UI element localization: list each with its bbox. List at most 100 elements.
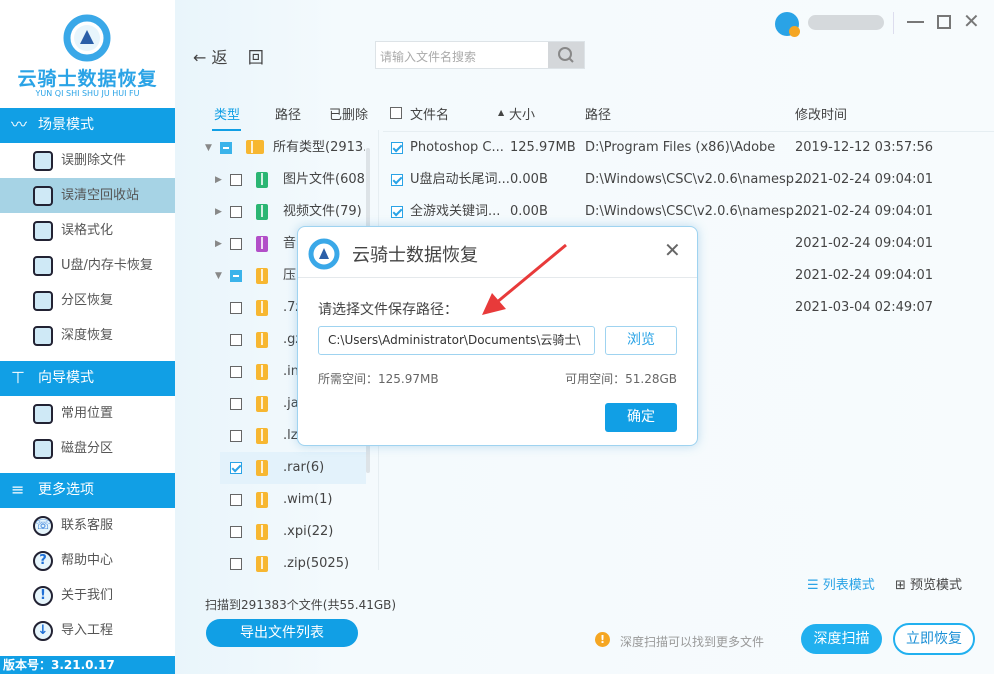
file-name: 全游戏关键词... <box>410 204 501 219</box>
zip-icon <box>256 492 268 508</box>
tree-checkbox[interactable] <box>230 174 242 186</box>
app-logo-icon <box>63 14 111 62</box>
file-row[interactable]: Photoshop C... 125.97MB D:\Program Files (… <box>383 132 983 164</box>
scan-summary: 扫描到291383个文件(共55.41GB) <box>205 598 397 612</box>
column-size[interactable]: 大小 <box>509 104 535 123</box>
tree-row[interactable]: .zip(5025) <box>205 548 365 580</box>
tree-row[interactable]: ▶ 视频文件(79) <box>205 196 365 228</box>
tree-checkbox[interactable] <box>230 526 242 538</box>
minimize-icon[interactable] <box>907 21 924 23</box>
tree-label: 压 <box>283 268 297 283</box>
item-label: 误清空回收站 <box>61 188 140 203</box>
file-checkbox[interactable] <box>391 174 403 186</box>
browse-button[interactable]: 浏览 <box>605 326 677 355</box>
item-label: 磁盘分区 <box>61 441 114 456</box>
tree-label: .zip(5025) <box>283 556 350 571</box>
back-label: 返 <box>211 48 228 67</box>
search-icon <box>558 47 574 63</box>
file-row[interactable]: U盘启动长尾词... 0.00B D:\Windows\CSC\v2.0.6\nam… <box>383 164 983 196</box>
dialog-close-icon[interactable]: ✕ <box>664 238 681 262</box>
tree-checkbox[interactable] <box>230 558 242 570</box>
file-time: 2021-02-24 09:04:01 <box>795 268 934 283</box>
sidebar-item-deleted-files[interactable]: 误删除文件 <box>0 143 175 178</box>
preview-mode-toggle[interactable]: ⊞ 预览模式 <box>895 574 962 593</box>
recover-now-button[interactable]: 立即恢复 <box>893 623 975 655</box>
tree-checkbox[interactable] <box>230 270 242 282</box>
sidebar-item-help[interactable]: ? 帮助中心 <box>0 543 175 578</box>
save-path-input[interactable]: C:\Users\Administrator\Documents\云骑士\ <box>318 326 595 355</box>
section-guide-mode[interactable]: ⊤ 向导模式 <box>0 361 175 396</box>
tab-deleted[interactable]: 已删除 <box>329 104 368 123</box>
sidebar-item-recycle-bin[interactable]: 误清空回收站 <box>0 178 175 213</box>
sidebar-item-deep-recover[interactable]: 深度恢复 <box>0 318 175 353</box>
required-space: 所需空间：125.97MB <box>318 372 439 386</box>
file-checkbox[interactable] <box>391 142 403 154</box>
caret-right-icon[interactable]: ▶ <box>215 164 222 196</box>
column-modified[interactable]: 修改时间 <box>795 104 847 123</box>
tree-checkbox[interactable] <box>230 334 242 346</box>
tree-row[interactable]: .rar(6) <box>205 452 365 484</box>
file-checkbox[interactable] <box>391 206 403 218</box>
tree-row[interactable]: ▶ 图片文件(608... <box>205 164 365 196</box>
file-time: 2021-03-04 02:49:07 <box>795 300 934 315</box>
deep-scan-button[interactable]: 深度扫描 <box>801 624 882 654</box>
sidebar-item-contact[interactable]: ☏ 联系客服 <box>0 508 175 543</box>
tree-row[interactable]: .xpi(22) <box>205 516 365 548</box>
sd-card-icon <box>33 256 53 276</box>
zip-icon <box>256 524 268 540</box>
floppy-icon <box>33 221 53 241</box>
search-button[interactable] <box>548 42 584 68</box>
zip-icon <box>256 300 268 316</box>
deep-scan-tip: 深度扫描可以找到更多文件 <box>620 635 765 649</box>
tree-checkbox[interactable] <box>230 238 242 250</box>
tree-checkbox[interactable] <box>230 462 242 474</box>
export-list-button[interactable]: 导出文件列表 <box>206 619 358 647</box>
caret-down-icon[interactable]: ▼ <box>215 260 222 292</box>
tree-checkbox[interactable] <box>230 398 242 410</box>
sidebar-item-format[interactable]: 误格式化 <box>0 213 175 248</box>
tree-checkbox[interactable] <box>230 302 242 314</box>
tree-row[interactable]: .wim(1) <box>205 484 365 516</box>
tree-checkbox[interactable] <box>230 366 242 378</box>
logo-subtitle: YUN QI SHI SHU JU HUI FU <box>35 89 140 98</box>
caret-right-icon[interactable]: ▶ <box>215 196 222 228</box>
sidebar-item-about[interactable]: ! 关于我们 <box>0 578 175 613</box>
section-more-options[interactable]: ≡ 更多选项 <box>0 473 175 508</box>
column-path[interactable]: 路径 <box>585 104 611 123</box>
file-time: 2021-02-24 09:04:01 <box>795 172 934 187</box>
info-icon: ! <box>33 586 53 606</box>
sidebar-item-import[interactable]: ↓ 导入工程 <box>0 613 175 648</box>
back-button[interactable]: ← 返 回 <box>193 44 264 68</box>
tab-type[interactable]: 类型 <box>214 104 240 123</box>
tree-row[interactable]: ▼ 所有类型(2913... <box>205 132 365 164</box>
list-mode-toggle[interactable]: ☰ 列表模式 <box>807 574 875 593</box>
sidebar-item-common-locations[interactable]: 常用位置 <box>0 396 175 431</box>
section-label: 更多选项 <box>38 482 94 498</box>
tree-checkbox[interactable] <box>230 430 242 442</box>
tree-label: 图片文件(608... <box>283 172 365 187</box>
file-row[interactable]: 全游戏关键词... 0.00B D:\Windows\CSC\v2.0.6\name… <box>383 196 983 228</box>
tree-checkbox[interactable] <box>220 142 232 154</box>
confirm-button[interactable]: 确定 <box>605 403 677 432</box>
red-arrow-annotation <box>482 243 567 315</box>
tree-checkbox[interactable] <box>230 494 242 506</box>
search-input[interactable]: 请输入文件名搜索 <box>380 48 476 65</box>
column-name[interactable]: 文件名 <box>410 104 449 123</box>
dialog-title: 云骑士数据恢复 <box>352 245 478 266</box>
close-window-icon[interactable]: ✕ <box>963 9 980 33</box>
search-box[interactable]: 请输入文件名搜索 <box>375 41 585 69</box>
file-path: D:\Windows\CSC\v2.0.6\namesp... <box>585 172 807 187</box>
tab-path[interactable]: 路径 <box>275 104 301 123</box>
maximize-icon[interactable] <box>937 15 951 29</box>
zip-icon <box>256 556 268 572</box>
video-icon <box>256 204 268 220</box>
sidebar-item-usb[interactable]: U盘/内存卡恢复 <box>0 248 175 283</box>
caret-right-icon[interactable]: ▶ <box>215 228 222 260</box>
caret-down-icon[interactable]: ▼ <box>205 132 212 164</box>
tree-checkbox[interactable] <box>230 206 242 218</box>
sidebar-item-disk-partition[interactable]: 磁盘分区 <box>0 431 175 466</box>
sidebar-item-partition[interactable]: 分区恢复 <box>0 283 175 318</box>
select-all-checkbox[interactable] <box>390 107 402 119</box>
folder-icon <box>246 140 264 154</box>
section-scene-mode[interactable]: 〰场景模式 <box>0 108 175 143</box>
